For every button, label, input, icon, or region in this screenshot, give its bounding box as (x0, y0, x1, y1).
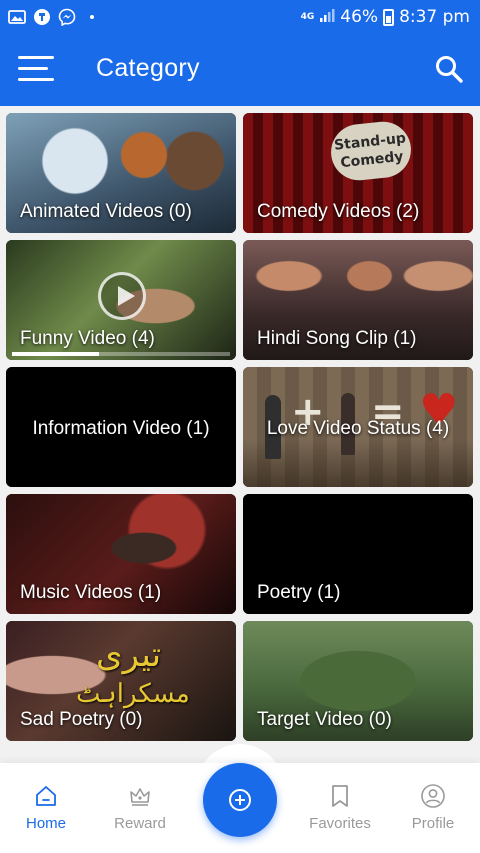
video-progress-graphic (12, 352, 230, 356)
nav-home-label: Home (25, 815, 66, 832)
network-type: 4G (300, 11, 315, 22)
battery-icon (383, 8, 395, 26)
add-circle-icon (229, 789, 251, 811)
category-tile-poetry[interactable]: Poetry (1) (243, 494, 473, 614)
category-grid: Animated Videos (0) Stand-up Comedy Come… (6, 113, 474, 741)
clock: 8:37 pm (399, 7, 470, 27)
category-tile-target-video[interactable]: Target Video (0) (243, 621, 473, 741)
category-label: Sad Poetry (0) (20, 709, 143, 730)
search-icon[interactable] (434, 54, 464, 84)
nav-reward[interactable]: Reward (100, 783, 180, 832)
category-label: Hindi Song Clip (1) (257, 328, 417, 349)
notification-app-icon (33, 8, 51, 26)
category-label: Information Video (1) (32, 418, 210, 439)
nav-favorites[interactable]: Favorites (300, 783, 380, 832)
category-tile-animated-videos[interactable]: Animated Videos (0) (6, 113, 236, 233)
menu-icon[interactable] (18, 56, 54, 82)
dot-icon (83, 8, 101, 26)
category-label: Love Video Status (4) (266, 418, 450, 439)
page-title: Category (96, 54, 200, 82)
urdu-text-line2: مسکراہٹ (76, 679, 190, 709)
home-icon (36, 786, 56, 806)
nav-profile-label: Profile (411, 815, 455, 832)
category-tile-comedy-videos[interactable]: Stand-up Comedy Comedy Videos (2) (243, 113, 473, 233)
play-icon (98, 272, 146, 320)
nav-favorites-label: Favorites (309, 815, 371, 832)
urdu-text-line1: تیری (96, 635, 162, 675)
app-bar: Category (0, 34, 480, 106)
profile-icon (421, 784, 445, 808)
category-label: Animated Videos (0) (20, 201, 192, 222)
add-button[interactable] (203, 763, 277, 837)
battery-percent: 46% (340, 7, 379, 27)
nav-reward-label: Reward (114, 815, 166, 832)
category-tile-information-video[interactable]: Information Video (1) (6, 367, 236, 487)
bookmark-icon (332, 785, 348, 807)
category-label: Target Video (0) (257, 709, 392, 730)
category-tile-love-video-status[interactable]: + = ♥ Love Video Status (4) (243, 367, 473, 487)
status-bar: 4G 46% 8:37 pm (0, 0, 480, 34)
category-tile-hindi-song-clip[interactable]: Hindi Song Clip (1) (243, 240, 473, 360)
image-icon (8, 8, 26, 26)
category-tile-funny-video[interactable]: Funny Video (4) (6, 240, 236, 360)
nav-profile[interactable]: Profile (393, 783, 473, 832)
messenger-icon (58, 8, 76, 26)
category-tile-music-videos[interactable]: Music Videos (1) (6, 494, 236, 614)
category-label: Music Videos (1) (20, 582, 162, 603)
signal-icon (319, 7, 335, 28)
category-label: Funny Video (4) (20, 328, 155, 349)
reward-icon (130, 788, 150, 806)
nav-home[interactable]: Home (6, 783, 86, 832)
category-label: Comedy Videos (2) (257, 201, 420, 222)
category-tile-sad-poetry[interactable]: تیری مسکراہٹ Sad Poetry (0) (6, 621, 236, 741)
status-system: 4G 46% 8:37 pm (301, 5, 470, 29)
category-label: Poetry (1) (257, 582, 341, 603)
status-notifications (8, 6, 101, 28)
